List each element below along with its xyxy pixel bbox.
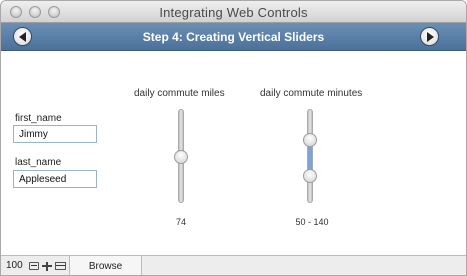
- step-header: Step 4: Creating Vertical Sliders: [1, 23, 466, 51]
- commute-miles-label: daily commute miles: [134, 88, 225, 99]
- last-name-label: last_name: [15, 157, 62, 168]
- next-step-button[interactable]: [420, 27, 439, 46]
- last-name-field[interactable]: Appleseed: [13, 170, 97, 188]
- commute-minutes-slider-thumb-max[interactable]: [303, 133, 317, 147]
- title-bar: Integrating Web Controls: [1, 1, 466, 23]
- commute-minutes-slider-thumb-min[interactable]: [303, 169, 317, 183]
- zoom-in-icon[interactable]: [42, 262, 52, 271]
- step-title: Step 4: Creating Vertical Sliders: [142, 30, 325, 44]
- first-name-label: first_name: [15, 113, 62, 124]
- first-name-field[interactable]: Jimmy: [13, 125, 97, 143]
- layout-toggle-icon[interactable]: [55, 262, 66, 270]
- forward-arrow-icon: [427, 32, 434, 42]
- commute-miles-value: 74: [175, 217, 186, 227]
- mode-indicator[interactable]: Browse: [69, 256, 142, 275]
- window-title: Integrating Web Controls: [159, 5, 308, 20]
- status-bar: 100 Browse: [1, 255, 466, 275]
- zoom-out-icon[interactable]: [29, 262, 39, 270]
- app-window: Integrating Web Controls Step 4: Creatin…: [0, 0, 467, 276]
- zoom-level[interactable]: 100: [6, 260, 23, 271]
- commute-minutes-label: daily commute minutes: [260, 88, 363, 99]
- layout-content: first_name Jimmy last_name Appleseed dai…: [1, 52, 466, 255]
- commute-miles-slider-thumb[interactable]: [174, 149, 188, 164]
- commute-minutes-range-value: 50 - 140: [295, 217, 329, 227]
